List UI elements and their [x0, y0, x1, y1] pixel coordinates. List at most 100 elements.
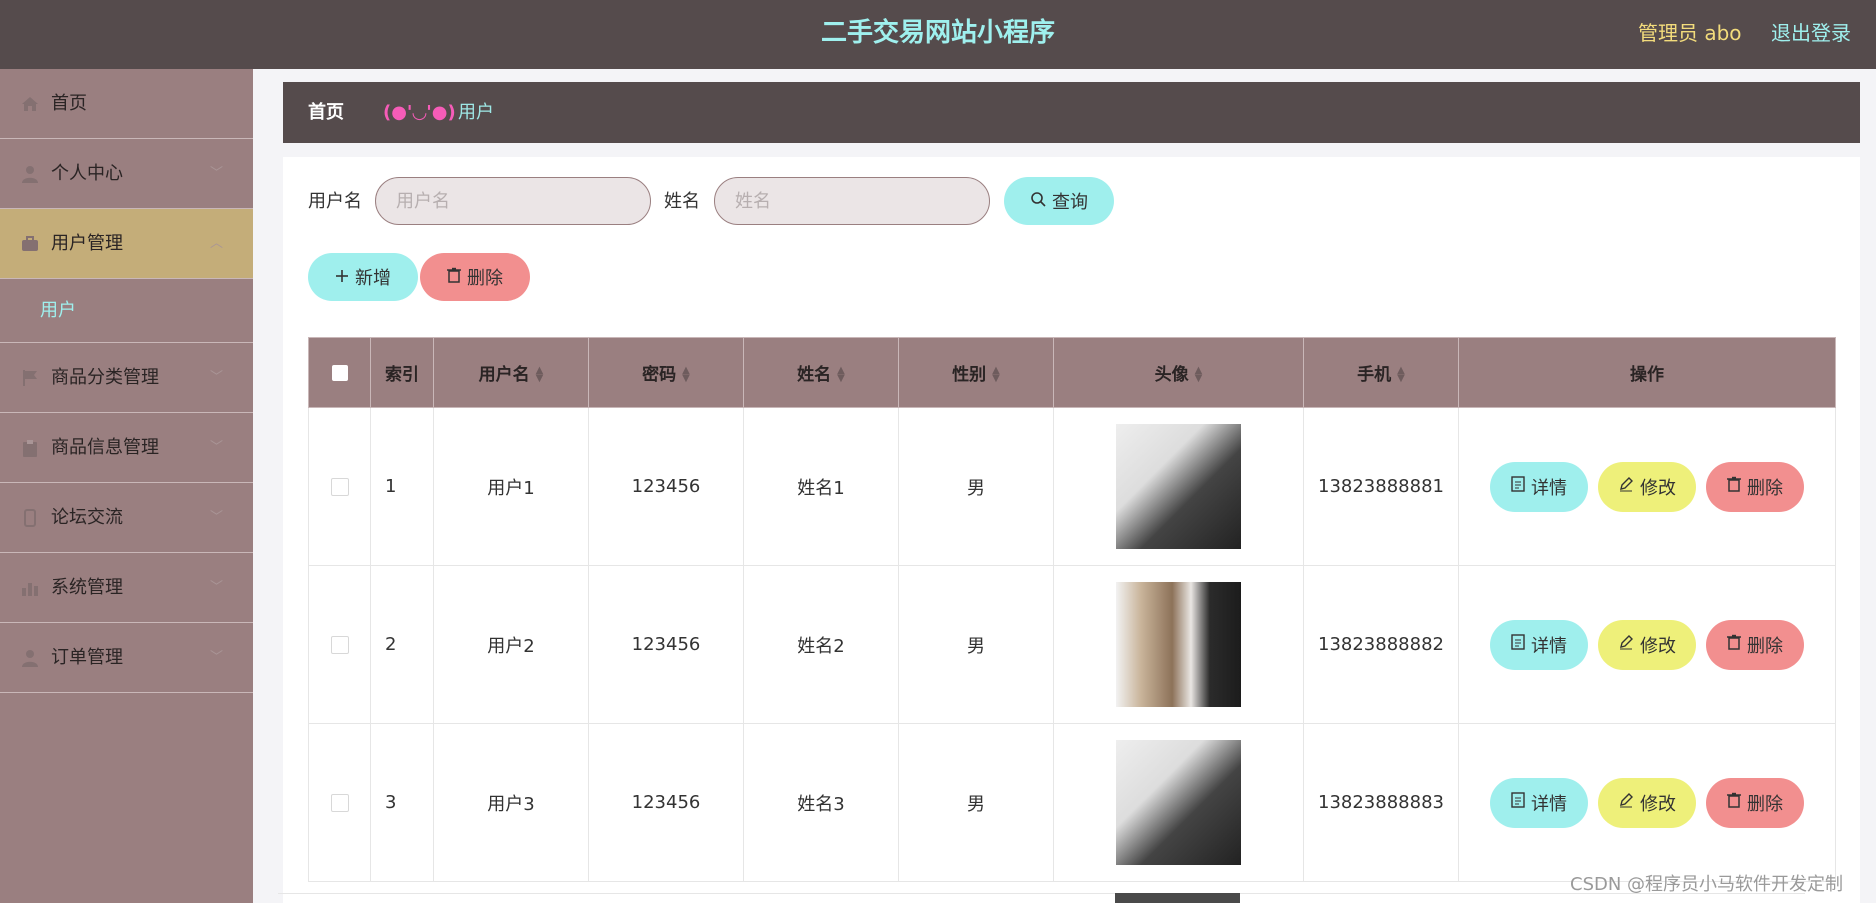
main-area: 首页 (●'◡'●) 用户 用户名 姓名 查询 新增 删除: [253, 69, 1876, 903]
header-password[interactable]: 密码 ▲ ▼: [588, 337, 744, 408]
cell-username: 用户3: [433, 723, 589, 882]
header-avatar[interactable]: 头像 ▲ ▼: [1053, 337, 1304, 408]
detail-button[interactable]: 详情: [1490, 777, 1588, 828]
header-username[interactable]: 用户名 ▲ ▼: [433, 337, 589, 408]
row-checkbox[interactable]: [330, 478, 349, 496]
pencil-icon: [1618, 792, 1634, 813]
breadcrumb-home[interactable]: 首页: [308, 82, 344, 143]
document-icon: [1511, 634, 1525, 655]
name-label: 姓名: [664, 191, 700, 212]
cell-gender: 男: [898, 565, 1054, 724]
cell-index: 1: [370, 407, 434, 566]
cell-password: 123456: [588, 407, 744, 566]
search-icon: [1030, 191, 1046, 212]
sidebar-item-label: 首页: [51, 93, 87, 114]
sidebar-item-product[interactable]: 商品信息管理 ﹀: [0, 413, 253, 483]
header-actions: 操作: [1458, 337, 1836, 408]
cell-gender: 男: [898, 723, 1054, 882]
breadcrumb: 首页 (●'◡'●) 用户: [283, 82, 1860, 143]
sort-icon: ▲ ▼: [837, 365, 845, 384]
logout-link[interactable]: 退出登录: [1771, 0, 1851, 66]
row-checkbox[interactable]: [330, 636, 349, 654]
chevron-down-icon: ﹀: [210, 580, 224, 595]
chevron-up-icon: ︿: [210, 236, 224, 251]
sidebar-item-label: 系统管理: [51, 577, 123, 598]
query-button[interactable]: 查询: [1004, 177, 1114, 225]
detail-button[interactable]: 详情: [1490, 461, 1588, 512]
header-phone[interactable]: 手机 ▲ ▼: [1303, 337, 1459, 408]
avatar[interactable]: [1116, 582, 1241, 707]
sidebar-item-forum[interactable]: 论坛交流 ﹀: [0, 483, 253, 553]
admin-user-label: 管理员 abo: [1638, 21, 1742, 45]
sidebar-item-label: 个人中心: [51, 163, 123, 184]
cell-avatar: [1053, 407, 1304, 566]
add-button[interactable]: 新增: [308, 253, 418, 301]
edit-button[interactable]: 修改: [1598, 619, 1696, 670]
bar-chart-icon: [20, 553, 40, 623]
sidebar-item-user-management[interactable]: 用户管理 ︿: [0, 209, 253, 279]
sidebar-item-home[interactable]: 首页: [0, 69, 253, 139]
plus-icon: [335, 267, 349, 288]
content-panel: 用户名 姓名 查询 新增 删除: [283, 157, 1860, 903]
pencil-icon: [1618, 476, 1634, 497]
cell-username: 用户2: [433, 565, 589, 724]
delete-button[interactable]: 删除: [1706, 461, 1804, 512]
sidebar-item-orders[interactable]: 订单管理 ﹀: [0, 623, 253, 693]
cell-actions: 详情 修改 删除: [1458, 407, 1836, 566]
chevron-down-icon: ﹀: [210, 650, 224, 665]
app-title: 二手交易网站小程序: [820, 18, 1055, 48]
watermark: CSDN @程序员小马软件开发定制: [1570, 874, 1844, 895]
table-row: 1 用户1 123456 姓名1 男 13823888881 详情 修改 删除: [308, 407, 1836, 566]
avatar[interactable]: [1116, 424, 1241, 549]
cell-phone: 13823888881: [1303, 407, 1459, 566]
delete-button[interactable]: 删除: [1706, 619, 1804, 670]
avatar: [1115, 893, 1240, 903]
cell-name: 姓名2: [743, 565, 899, 724]
select-all-checkbox[interactable]: [331, 364, 348, 381]
home-icon: [20, 69, 40, 139]
edit-button[interactable]: 修改: [1598, 461, 1696, 512]
sort-icon: ▲ ▼: [682, 365, 690, 384]
sort-icon: ▲ ▼: [1397, 365, 1405, 384]
username-search-input[interactable]: [375, 177, 651, 225]
cell-username: 用户1: [433, 407, 589, 566]
avatar[interactable]: [1116, 740, 1241, 865]
cell-gender: 男: [898, 407, 1054, 566]
cell-phone: 13823888882: [1303, 565, 1459, 724]
detail-button[interactable]: 详情: [1490, 619, 1588, 670]
sidebar: 首页 个人中心 ﹀ 用户管理 ︿ 用户 商品分类管理 ﹀ 商品信息管理 ﹀ 论坛…: [0, 69, 253, 903]
header-gender[interactable]: 性别 ▲ ▼: [898, 337, 1054, 408]
table-row: 3 用户3 123456 姓名3 男 13823888883 详情 修改 删除: [308, 723, 1836, 882]
select-all-header: [308, 337, 371, 408]
clipboard-icon: [20, 413, 40, 483]
user-icon: [20, 139, 40, 209]
add-button-label: 新增: [355, 268, 391, 289]
user-table: 索引 用户名 ▲ ▼ 密码 ▲ ▼ 姓名 ▲ ▼ 性别 ▲ ▼ 头像 ▲ ▼ 手机 ▲ ▼ 操作 1 用…: [308, 337, 1836, 882]
header-name[interactable]: 姓名 ▲ ▼: [743, 337, 899, 408]
sidebar-subitem-user[interactable]: 用户: [0, 279, 253, 343]
batch-delete-label: 删除: [467, 268, 503, 289]
sidebar-item-profile[interactable]: 个人中心 ﹀: [0, 139, 253, 209]
sidebar-item-system[interactable]: 系统管理 ﹀: [0, 553, 253, 623]
sidebar-item-label: 论坛交流: [51, 507, 123, 528]
cell-avatar: [1053, 723, 1304, 882]
name-search-input[interactable]: [714, 177, 990, 225]
breadcrumb-separator: (●'◡'●): [383, 102, 456, 123]
cell-index: 2: [370, 565, 434, 724]
sidebar-item-label: 商品分类管理: [51, 367, 159, 388]
sort-icon: ▲ ▼: [1194, 365, 1203, 384]
sort-icon: ▲ ▼: [992, 365, 1000, 384]
batch-delete-button[interactable]: 删除: [420, 253, 530, 301]
sidebar-item-category[interactable]: 商品分类管理 ﹀: [0, 343, 253, 413]
sidebar-item-label: 用户管理: [51, 233, 123, 254]
pencil-icon: [1618, 634, 1634, 655]
top-header: 二手交易网站小程序 管理员 abo 退出登录: [0, 0, 1876, 69]
edit-button[interactable]: 修改: [1598, 777, 1696, 828]
document-icon: [1511, 476, 1525, 497]
trash-icon: [1727, 476, 1741, 497]
cell-password: 123456: [588, 565, 744, 724]
delete-button[interactable]: 删除: [1706, 777, 1804, 828]
flag-icon: [20, 343, 40, 413]
row-checkbox[interactable]: [330, 794, 349, 812]
cell-actions: 详情 修改 删除: [1458, 565, 1836, 724]
